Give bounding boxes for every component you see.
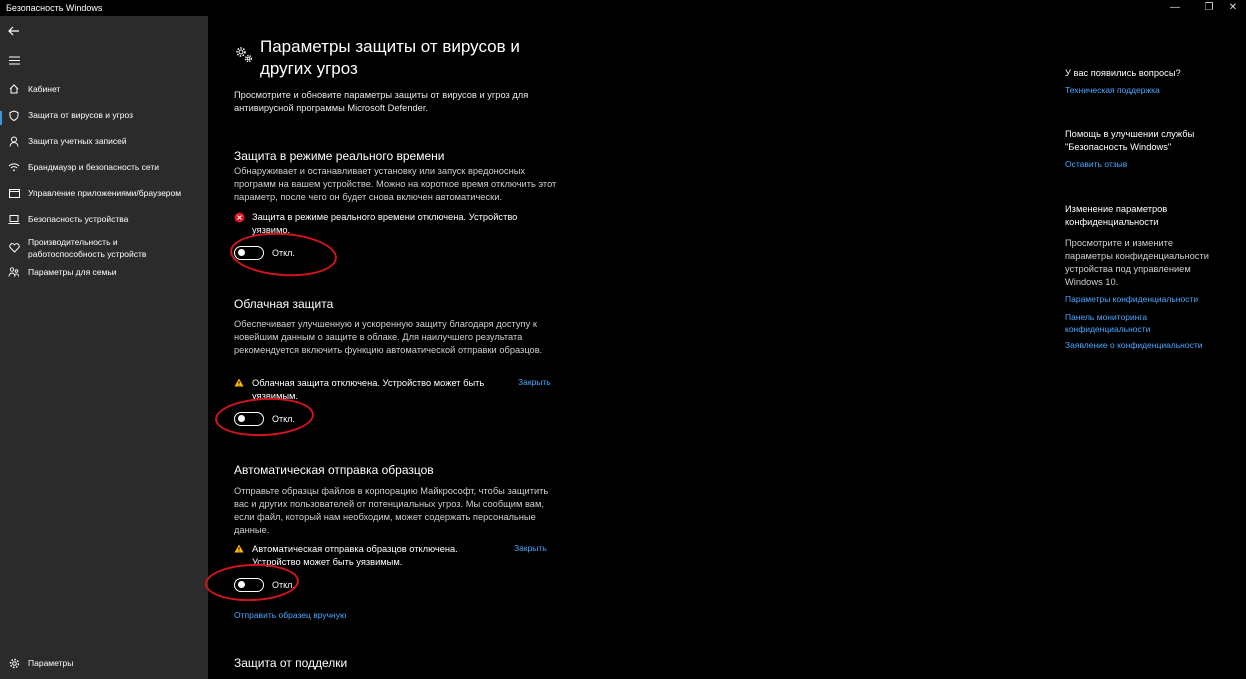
dismiss-sample-link[interactable]: Закрыть (514, 543, 547, 553)
status-text: Защита в режиме реального времени отключ… (252, 212, 518, 235)
home-icon (9, 84, 19, 94)
sidebar-item-device-performance[interactable]: Производительность и работоспособность у… (0, 236, 208, 260)
gear-icon (9, 658, 19, 668)
window-title: Безопасность Windows (6, 3, 103, 13)
title-bar: Безопасность Windows — ❐ ✕ (0, 0, 1246, 16)
sidebar-item-label: Кабинет (28, 84, 61, 94)
status-text: Автоматическая отправка образцов отключе… (252, 544, 458, 567)
red-annotation-circle (214, 395, 315, 439)
dismiss-cloud-link[interactable]: Закрыть (518, 377, 551, 387)
section-description-sample-submission: Отправьте образцы файлов в корпорацию Ма… (234, 486, 549, 535)
red-annotation-circle (204, 562, 300, 603)
section-description-realtime: Обнаруживает и останавливает установку и… (234, 166, 557, 202)
close-button[interactable]: ✕ (1218, 0, 1246, 16)
page-title: Параметры защиты от вирусов и других угр… (260, 37, 520, 78)
hamburger-icon (8, 56, 20, 64)
privacy-heading: Изменение параметров конфиденциальности (1065, 204, 1168, 227)
sidebar-item-label: Параметры (28, 658, 74, 668)
sidebar-item-label: Управление приложениями/браузером (28, 188, 182, 198)
submit-sample-manually-link[interactable]: Отправить образец вручную (234, 610, 346, 620)
sidebar-item-virus-protection[interactable]: Защита от вирусов и угроз (0, 109, 208, 125)
feedback-link[interactable]: Оставить отзыв (1065, 158, 1225, 170)
sidebar: Кабинет Защита от вирусов и угроз Защита… (0, 16, 208, 679)
sidebar-item-label: Параметры для семьи (28, 267, 117, 277)
sidebar-item-label: Безопасность устройства (28, 214, 129, 224)
sidebar-item-label: Брандмауэр и безопасность сети (28, 162, 159, 172)
section-title-realtime: Защита в режиме реального времени (234, 149, 445, 163)
sidebar-item-family[interactable]: Параметры для семьи (0, 266, 208, 278)
back-button[interactable] (0, 20, 28, 42)
section-title-sample-submission: Автоматическая отправка образцов (234, 463, 434, 477)
page-header: Параметры защиты от вирусов и других угр… (234, 36, 560, 80)
privacy-text: Просмотрите и измените параметры конфиде… (1065, 238, 1209, 287)
sidebar-item-label: Защита от вирусов и угроз (28, 110, 134, 120)
section-title-tamper-protection: Защита от подделки (234, 656, 348, 670)
menu-button[interactable] (0, 49, 28, 71)
person-icon (9, 136, 19, 147)
settings-gears-icon (236, 47, 253, 63)
minimize-button[interactable]: — (1160, 0, 1190, 16)
family-icon (8, 267, 19, 277)
shield-icon (9, 109, 19, 121)
sidebar-item-account-protection[interactable]: Защита учетных записей (0, 135, 208, 147)
sidebar-item-device-security[interactable]: Безопасность устройства (0, 213, 208, 225)
app-window-icon (8, 188, 20, 198)
error-x-icon (234, 212, 245, 223)
sidebar-item-settings[interactable]: Параметры (0, 657, 208, 669)
sidebar-item-app-browser[interactable]: Управление приложениями/браузером (0, 187, 208, 199)
sidebar-item-label: Защита учетных записей (28, 136, 127, 146)
wifi-icon (8, 163, 20, 172)
warning-icon (234, 544, 244, 553)
heart-icon (8, 243, 20, 253)
privacy-statement-link[interactable]: Заявление о конфиденциальности (1065, 339, 1225, 351)
support-link[interactable]: Техническая поддержка (1065, 84, 1225, 96)
back-arrow-icon (8, 26, 19, 36)
privacy-settings-link[interactable]: Параметры конфиденциальности (1065, 293, 1225, 305)
page-description: Просмотрите и обновите параметры защиты … (234, 90, 529, 113)
section-title-cloud: Облачная защита (234, 297, 334, 311)
laptop-icon (8, 214, 20, 224)
questions-heading: У вас появились вопросы? (1065, 68, 1181, 78)
section-description-cloud: Обеспечивает улучшенную и ускоренную защ… (234, 319, 543, 355)
improve-heading: Помощь в улучшении службы "Безопасность … (1065, 129, 1195, 152)
sidebar-item-home[interactable]: Кабинет (0, 83, 208, 95)
sidebar-item-label: Производительность и работоспособность у… (28, 237, 147, 259)
sidebar-item-firewall[interactable]: Брандмауэр и безопасность сети (0, 161, 208, 173)
privacy-dashboard-link[interactable]: Панель мониторинга конфиденциальности (1065, 311, 1175, 335)
warning-icon (234, 378, 244, 387)
